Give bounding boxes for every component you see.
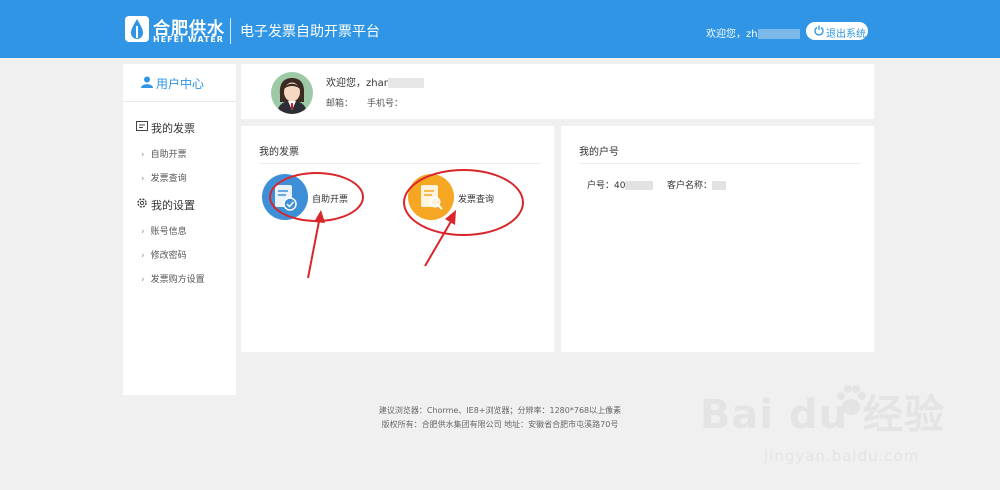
- annotation-arrows: [307, 210, 456, 279]
- chevron-right-icon: ›: [141, 150, 145, 160]
- chevron-right-icon: ›: [141, 275, 145, 285]
- sidebar-item-label: 自助开票: [150, 150, 187, 160]
- gear-icon: [137, 198, 147, 208]
- paw-icon: [837, 385, 866, 415]
- account-number: 户号：40: [587, 178, 654, 191]
- avatar: [271, 72, 313, 114]
- user-email: 邮箱：: [326, 99, 354, 109]
- sidebar-header[interactable]: 用户中心: [123, 64, 236, 102]
- logo-english-text: HEFEI WATER: [153, 35, 224, 44]
- water-drop-icon: [125, 16, 149, 42]
- sidebar: 用户中心 我的发票 › 自助开票 › 发票查询 我的设置 › 账号信息 › 修改密码 ›…: [123, 64, 236, 395]
- sidebar-item-change-password[interactable]: › 修改密码: [141, 248, 187, 261]
- masked-customer: [712, 181, 727, 190]
- sidebar-item-buyer-settings[interactable]: › 发票购方设置: [141, 272, 205, 285]
- user-welcome: 欢迎您，zhar: [326, 74, 424, 89]
- platform-title: 电子发票自助开票平台: [240, 24, 380, 40]
- sidebar-item-self-invoice[interactable]: › 自助开票: [141, 147, 187, 160]
- sidebar-item-account-info[interactable]: › 账号信息: [141, 224, 187, 237]
- header-divider: [230, 18, 231, 44]
- user-icon: [141, 76, 153, 88]
- sidebar-item-label: 账号信息: [150, 227, 187, 237]
- logout-button[interactable]: 退出系统: [806, 22, 868, 40]
- sidebar-item-invoice-query[interactable]: › 发票查询: [141, 171, 187, 184]
- sidebar-item-label: 发票查询: [150, 174, 187, 184]
- masked-username: [387, 78, 424, 88]
- my-invoices-panel: 我的发票 自助开票 发票查询: [241, 126, 554, 352]
- header-welcome: 欢迎您，zh: [706, 25, 800, 40]
- watermark-brand: Bai du 经验: [699, 392, 945, 438]
- watermark-url: jingyan.baidu.com: [764, 447, 920, 465]
- user-info-card: 欢迎您，zhar 邮箱： 手机号：: [241, 64, 874, 119]
- chevron-right-icon: ›: [141, 251, 145, 261]
- header-welcome-text: 欢迎您，zh: [706, 29, 758, 40]
- chevron-right-icon: ›: [141, 174, 145, 184]
- masked-username: [757, 29, 800, 39]
- customer-name: 客户名称：: [667, 178, 727, 191]
- panel-title: 我的户号: [579, 147, 619, 158]
- sidebar-item-label: 发票购方设置: [150, 275, 205, 285]
- sidebar-header-label: 用户中心: [156, 77, 205, 91]
- top-header: 合肥供水 HEFEI WATER 电子发票自助开票平台 欢迎您，zh 退出系统: [0, 0, 1000, 58]
- power-icon: [814, 25, 824, 36]
- sidebar-item-label: 修改密码: [150, 251, 187, 261]
- invoice-icon: [136, 121, 148, 131]
- hefei-water-logo[interactable]: 合肥供水 HEFEI WATER: [125, 14, 224, 46]
- sidebar-group-label: 我的发票: [151, 122, 195, 135]
- user-phone: 手机号：: [367, 99, 404, 109]
- masked-account: [625, 181, 654, 190]
- divider: [579, 163, 861, 164]
- user-welcome-text: 欢迎您，zhar: [326, 78, 388, 89]
- my-account-panel: 我的户号 户号：40 客户名称：: [561, 126, 874, 352]
- customer-name-label: 客户名称：: [667, 181, 713, 191]
- sidebar-group-label: 我的设置: [151, 199, 195, 212]
- account-number-label: 户号：40: [587, 181, 626, 191]
- chevron-right-icon: ›: [141, 227, 145, 237]
- logout-label: 退出系统: [826, 29, 866, 40]
